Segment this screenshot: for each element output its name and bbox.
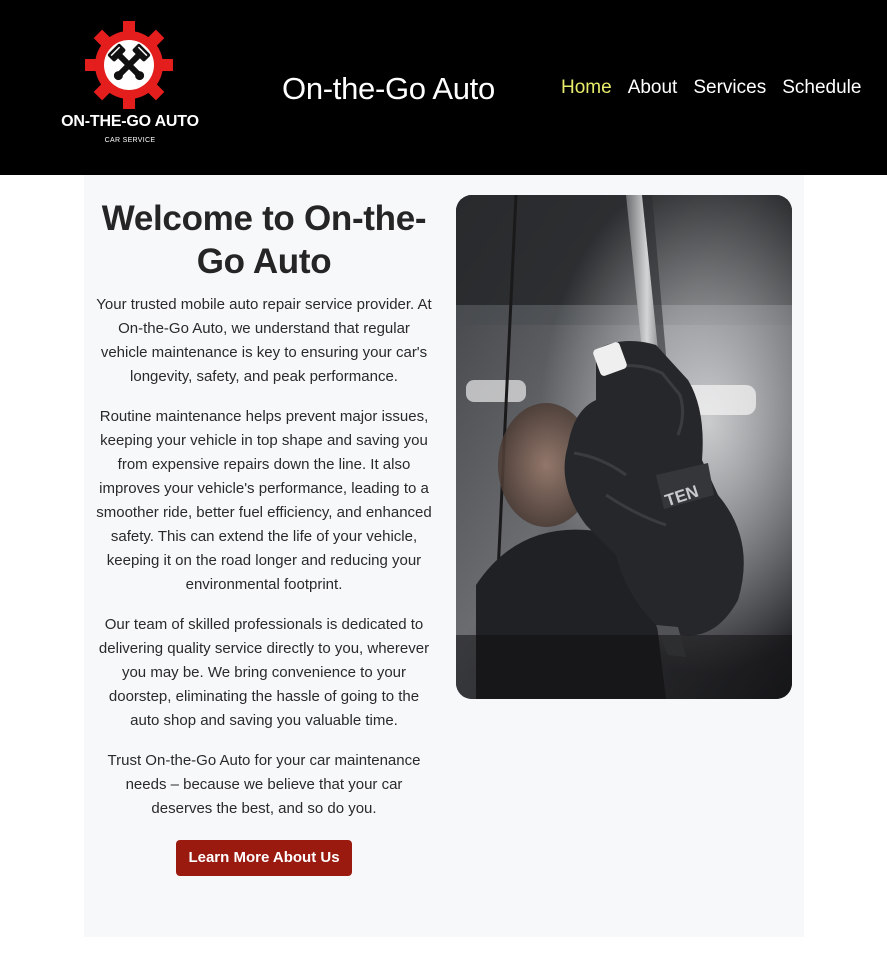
nav-schedule-link[interactable]: Schedule bbox=[782, 76, 861, 102]
learn-more-button[interactable]: Learn More About Us bbox=[176, 840, 352, 876]
maintenance-paragraph: Routine maintenance helps prevent major … bbox=[96, 408, 432, 593]
welcome-section: Welcome to On-the-Go Auto Your trusted m… bbox=[94, 197, 434, 876]
site-header: ON-THE-GO AUTO CAR SERVICE On-the-Go Aut… bbox=[0, 0, 887, 175]
page-heading: Welcome to On-the-Go Auto bbox=[101, 199, 427, 281]
main-nav: Home About Services Schedule bbox=[561, 76, 861, 102]
site-title: On-the-Go Auto bbox=[282, 71, 495, 106]
mechanic-photo: TEN bbox=[456, 195, 792, 699]
trust-paragraph: Trust On-the-Go Auto for your car mainte… bbox=[107, 752, 421, 817]
logo-wordmark: ON-THE-GO AUTO bbox=[61, 113, 199, 130]
logo-tagline: CAR SERVICE bbox=[104, 137, 156, 144]
intro-paragraph: Your trusted mobile auto repair service … bbox=[96, 296, 432, 385]
gear-pistons-icon bbox=[85, 21, 173, 109]
mechanic-hero-image: TEN bbox=[456, 195, 792, 699]
nav-services-link[interactable]: Services bbox=[693, 76, 766, 102]
nav-about-link[interactable]: About bbox=[628, 76, 678, 102]
main-content: Welcome to On-the-Go Auto Your trusted m… bbox=[84, 175, 804, 937]
site-logo[interactable]: ON-THE-GO AUTO CAR SERVICE bbox=[56, 20, 204, 150]
team-paragraph: Our team of skilled professionals is ded… bbox=[98, 616, 430, 729]
nav-home-link[interactable]: Home bbox=[561, 76, 612, 102]
